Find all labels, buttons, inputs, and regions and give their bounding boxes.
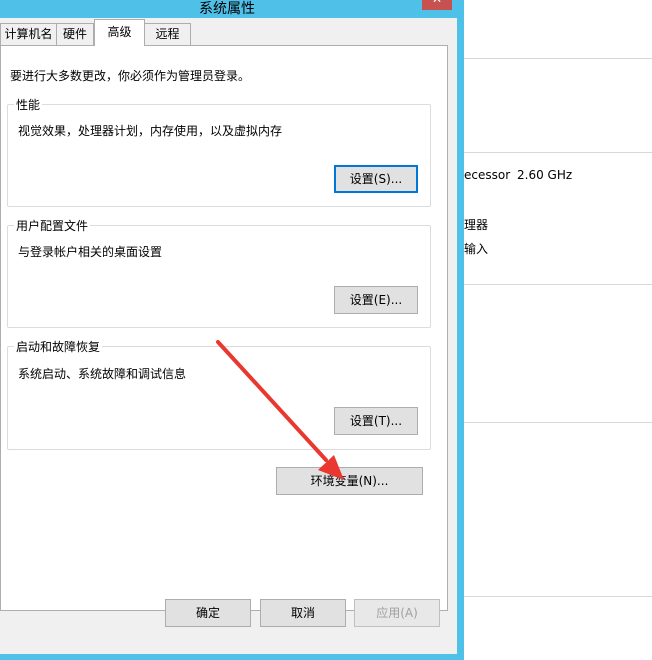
admin-notice: 要进行大多数更改，你必须作为管理员登录。 — [10, 69, 251, 83]
startup-recovery-title: 启动和故障恢复 — [14, 338, 103, 355]
pen-touch-fragment: 输入 — [464, 242, 489, 256]
user-profiles-description: 与登录帐户相关的桌面设置 — [18, 245, 163, 259]
ok-button[interactable]: 确定 — [165, 599, 251, 627]
startup-recovery-description: 系统启动、系统故障和调试信息 — [18, 367, 187, 381]
performance-description: 视觉效果，处理器计划，内存使用，以及虚拟内存 — [18, 124, 283, 138]
background-system-window: ecessor 2.60 GHz 理器 输入 — [462, 0, 652, 651]
system-properties-dialog: 系统属性 ✕ 计算机名 硬件 高级 远程 要进行大多数更改，你必须作为管理员登录… — [0, 0, 464, 660]
user-profiles-title: 用户配置文件 — [14, 217, 91, 234]
performance-settings-button[interactable]: 设置(S)... — [334, 165, 418, 193]
divider — [462, 152, 652, 153]
processor-label-fragment: ecessor — [464, 168, 511, 182]
tab-remote[interactable]: 远程 — [144, 23, 191, 45]
apply-button[interactable]: 应用(A) — [354, 599, 440, 627]
dialog-client-area: 计算机名 硬件 高级 远程 要进行大多数更改，你必须作为管理员登录。 性能 视觉… — [0, 18, 457, 654]
performance-group: 性能 视觉效果，处理器计划，内存使用，以及虚拟内存 设置(S)... — [7, 96, 431, 207]
divider — [462, 284, 652, 285]
startup-recovery-settings-button[interactable]: 设置(T)... — [334, 407, 418, 435]
divider — [462, 596, 652, 597]
system-type-fragment: 理器 — [464, 218, 489, 232]
divider — [462, 422, 652, 423]
close-button[interactable]: ✕ — [422, 0, 452, 10]
startup-recovery-group: 启动和故障恢复 系统启动、系统故障和调试信息 设置(T)... — [7, 338, 431, 450]
title-bar[interactable]: 系统属性 ✕ — [0, 0, 464, 18]
advanced-tab-panel: 要进行大多数更改，你必须作为管理员登录。 性能 视觉效果，处理器计划，内存使用，… — [0, 45, 448, 611]
close-icon: ✕ — [422, 0, 452, 8]
divider — [462, 58, 652, 59]
tab-hardware[interactable]: 硬件 — [56, 23, 94, 45]
processor-speed: 2.60 GHz — [517, 168, 573, 182]
user-profiles-group: 用户配置文件 与登录帐户相关的桌面设置 设置(E)... — [7, 217, 431, 328]
tab-computer-name[interactable]: 计算机名 — [0, 23, 57, 45]
cancel-button[interactable]: 取消 — [260, 599, 346, 627]
dialog-title: 系统属性 — [199, 1, 255, 17]
environment-variables-button[interactable]: 环境变量(N)... — [276, 467, 423, 495]
performance-title: 性能 — [14, 96, 43, 113]
user-profiles-settings-button[interactable]: 设置(E)... — [334, 286, 418, 314]
tab-advanced[interactable]: 高级 — [94, 19, 145, 46]
